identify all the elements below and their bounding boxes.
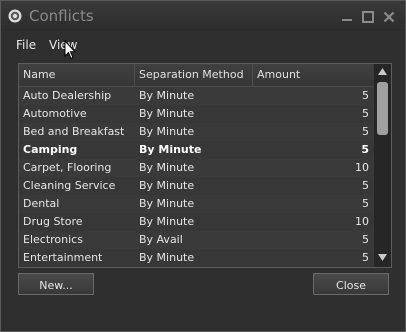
row-method: By Minute [139,251,195,264]
row-amount: 10 [355,215,369,228]
row-amount: 5 [361,143,369,156]
row-name: Bed and Breakfast [23,125,125,138]
row-method: By Minute [139,107,195,120]
row-name: Auto Dealership [23,89,112,102]
row-amount: 5 [362,125,369,138]
chevron-up-icon[interactable] [378,68,387,75]
window-title: Conflicts [29,7,94,25]
mouse-pointer-icon [64,40,76,60]
close-button[interactable]: Close [313,273,389,295]
table-row[interactable]: Electronics By Avail 5 [19,231,373,249]
row-amount: 5 [362,233,369,246]
scrollbar-thumb[interactable] [377,82,388,135]
row-amount: 5 [362,179,369,192]
menu-bar: File View [1,31,405,53]
row-name: Carpet, Flooring [23,161,112,174]
row-amount: 5 [362,197,369,210]
gear-icon [8,9,22,23]
maximize-icon[interactable] [362,11,374,23]
row-method: By Minute [139,215,195,228]
row-amount: 10 [355,161,369,174]
row-method: By Minute [139,161,195,174]
vertical-scrollbar[interactable] [374,64,391,267]
column-header-name[interactable]: Name [19,64,135,86]
row-method: By Minute [139,125,195,138]
row-method: By Minute [139,89,195,102]
table-row[interactable]: Dental By Minute 5 [19,195,373,213]
table-row[interactable]: Entertainment By Minute 5 [19,249,373,267]
table-row-selected[interactable]: Camping By Minute 5 [19,141,373,159]
row-method: By Minute [139,143,202,156]
close-icon[interactable] [383,11,395,23]
table-row[interactable]: Automotive By Minute 5 [19,105,373,123]
row-name: Electronics [23,233,83,246]
row-amount: 5 [362,89,369,102]
row-name: Drug Store [23,215,83,228]
row-name: Automotive [23,107,87,120]
row-amount: 5 [362,251,369,264]
row-name: Dental [23,197,60,210]
chevron-down-icon[interactable] [378,254,387,261]
new-button[interactable]: New... [18,273,94,295]
minimize-icon[interactable] [341,11,353,23]
row-method: By Minute [139,179,195,192]
row-method: By Minute [139,197,195,210]
conflicts-list[interactable]: Name Separation Method Amount Auto Deale… [18,63,392,268]
row-name: Camping [23,143,78,156]
table-row[interactable]: Cleaning Service By Minute 5 [19,177,373,195]
conflicts-window: Conflicts File View Name Separation Meth… [0,0,406,332]
row-method: By Avail [139,233,183,246]
title-bar[interactable]: Conflicts [1,1,405,31]
table-row[interactable]: Drug Store By Minute 10 [19,213,373,231]
row-name: Entertainment [23,251,103,264]
menu-file[interactable]: File [16,38,36,52]
table-row[interactable]: Carpet, Flooring By Minute 10 [19,159,373,177]
table-row[interactable]: Bed and Breakfast By Minute 5 [19,123,373,141]
column-header-amount[interactable]: Amount [253,64,373,86]
row-amount: 5 [362,107,369,120]
column-header-separation-method[interactable]: Separation Method [135,64,253,86]
table-row[interactable]: Auto Dealership By Minute 5 [19,87,373,105]
list-header: Name Separation Method Amount [19,64,373,87]
row-name: Cleaning Service [23,179,116,192]
